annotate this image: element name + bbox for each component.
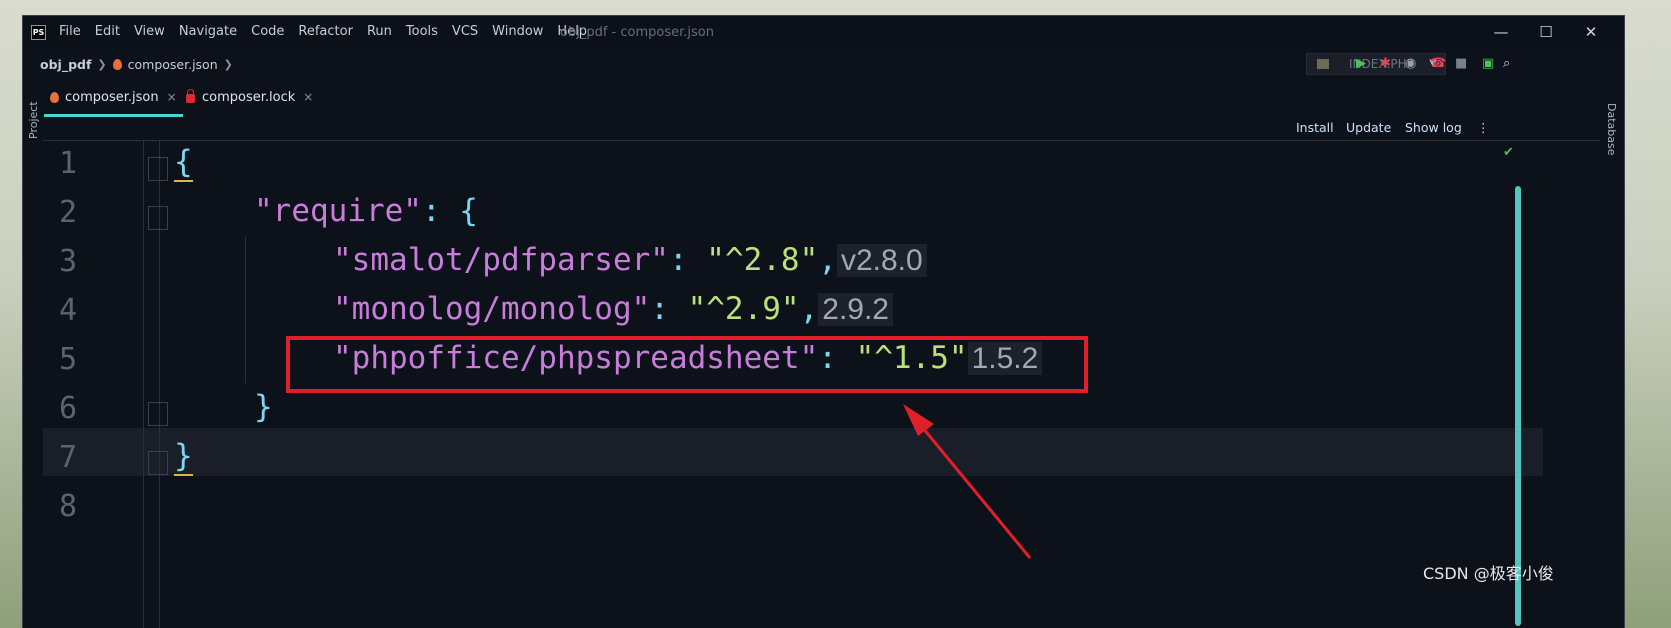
close-tab-icon[interactable]: × [167, 90, 177, 104]
breadcrumb-project[interactable]: obj_pdf [40, 57, 91, 72]
code-line-1: { [174, 144, 193, 182]
tab-label: composer.lock [202, 89, 296, 105]
menu-edit[interactable]: Edit [95, 24, 120, 39]
debug-icon[interactable]: ✱ [1380, 57, 1391, 71]
code-line-4: "monolog/monolog": "^2.9", 2.9.2 [333, 291, 893, 327]
install-link[interactable]: Install [1296, 120, 1334, 135]
line-number: 4 [58, 293, 78, 328]
json-punct: : [668, 242, 707, 278]
line-number: 7 [58, 440, 78, 475]
line-number: 2 [58, 195, 78, 230]
chevron-right-icon: ❯ [97, 58, 107, 71]
line-number: 1 [58, 146, 78, 181]
menu-vcs[interactable]: VCS [452, 24, 478, 39]
menu-view[interactable]: View [134, 24, 165, 39]
line-number: 6 [58, 391, 78, 426]
project-tool-button[interactable]: Project [27, 101, 40, 139]
code-line-3: "smalot/pdfparser": "^2.8", v2.8.0 [333, 242, 927, 278]
current-line-highlight [43, 428, 1543, 476]
json-key: "smalot/pdfparser" [333, 242, 669, 278]
tab-composer-json[interactable]: composer.json × [44, 80, 183, 117]
json-punct: : [650, 291, 688, 327]
annotation-highlight-box [286, 336, 1088, 393]
json-value: "^2.8" [706, 242, 819, 278]
right-tool-strip: Database [1600, 79, 1624, 628]
minimize-button[interactable]: — [1478, 20, 1524, 44]
editor-tabs: composer.json × composer.lock × [44, 80, 1504, 117]
breadcrumb-file[interactable]: composer.json [128, 57, 218, 72]
json-key: "require" [254, 193, 422, 229]
lock-icon [186, 88, 195, 103]
menu-run[interactable]: Run [367, 24, 392, 39]
composer-file-icon [112, 59, 122, 70]
code-line-6: } [254, 389, 273, 425]
fold-marker[interactable] [148, 157, 168, 181]
tab-composer-lock[interactable]: composer.lock × [180, 80, 319, 114]
left-tool-strip: Project [23, 79, 43, 628]
update-link[interactable]: Update [1346, 120, 1391, 135]
menu-code[interactable]: Code [251, 24, 284, 39]
fold-marker[interactable] [148, 206, 168, 230]
gutter-divider [143, 141, 144, 628]
fold-marker[interactable] [148, 402, 168, 426]
menu-file[interactable]: File [59, 24, 81, 39]
chevron-right-icon: ❯ [223, 58, 233, 71]
fold-marker[interactable] [148, 451, 168, 475]
json-value: "^2.9" [687, 291, 800, 327]
run-icon[interactable]: ▶ [1356, 57, 1366, 71]
terminal-icon[interactable]: ▣ [1482, 57, 1494, 71]
line-number: 5 [58, 342, 78, 377]
title-bar: PS File Edit View Navigate Code Refactor… [23, 16, 1624, 49]
menu-navigate[interactable]: Navigate [179, 24, 237, 39]
tab-label: composer.json [65, 89, 159, 105]
window-title: obj_pdf - composer.json [560, 25, 714, 40]
line-number: 8 [58, 489, 78, 524]
code-line-7: } [174, 438, 193, 476]
menu-refactor[interactable]: Refactor [298, 24, 353, 39]
search-icon[interactable]: ⌕ [1503, 57, 1510, 71]
code-line-2: "require": { [254, 193, 478, 229]
run-configuration-select[interactable]: INDEX.PHP ▼ [1306, 53, 1446, 75]
json-punct: , [818, 242, 837, 278]
menu-bar: File Edit View Navigate Code Refactor Ru… [59, 24, 601, 39]
indent-guide [245, 237, 246, 383]
watermark: CSDN @极客小俊 [1423, 564, 1554, 583]
close-button[interactable]: ✕ [1568, 20, 1614, 44]
php-config-icon [1317, 59, 1329, 69]
line-number: 3 [58, 244, 78, 279]
menu-tools[interactable]: Tools [406, 24, 438, 39]
close-tab-icon[interactable]: × [303, 90, 313, 104]
composer-file-icon [50, 91, 59, 103]
installed-version-hint: 2.9.2 [818, 293, 893, 326]
close-brace: } [174, 438, 193, 476]
profile-icon[interactable]: ◉ [1405, 57, 1416, 71]
listen-debug-icon[interactable]: ☎ [1430, 57, 1446, 71]
close-brace: } [254, 389, 273, 425]
more-options-icon[interactable]: ⋮ [1477, 120, 1490, 135]
database-tool-button[interactable]: Database [1605, 103, 1618, 156]
no-problems-check-icon: ✔ [1503, 145, 1514, 160]
json-key: "monolog/monolog" [333, 291, 651, 327]
breadcrumb: obj_pdf ❯ composer.json ❯ [40, 57, 239, 72]
open-brace: { [174, 144, 193, 182]
show-log-link[interactable]: Show log [1405, 120, 1462, 135]
installed-version-hint: v2.8.0 [836, 244, 927, 277]
stop-icon[interactable]: ■ [1455, 57, 1467, 71]
maximize-button[interactable]: ☐ [1523, 20, 1569, 44]
phpstorm-logo: PS [31, 25, 46, 40]
menu-window[interactable]: Window [492, 24, 543, 39]
ide-window: PS File Edit View Navigate Code Refactor… [23, 16, 1624, 628]
json-punct: : { [421, 193, 478, 229]
json-punct: , [799, 291, 819, 327]
